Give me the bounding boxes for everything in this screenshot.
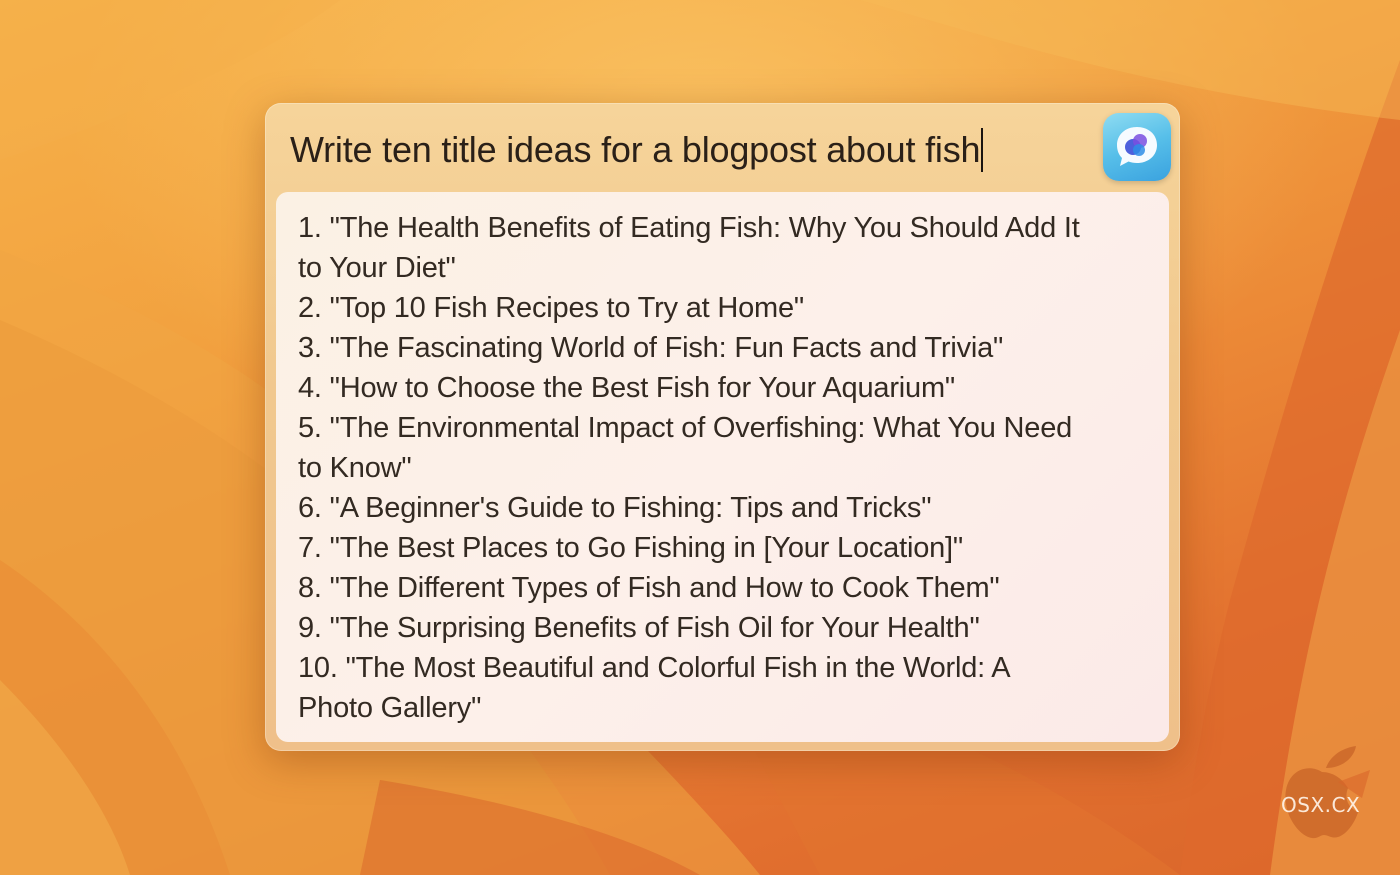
text-caret xyxy=(981,128,984,172)
watermark-text: OSX.CX xyxy=(1281,793,1361,817)
chat-bubble-icon xyxy=(1117,127,1157,166)
result-line: 10. "The Most Beautiful and Colorful Fis… xyxy=(298,652,1011,684)
result-line: to Your Diet" xyxy=(298,252,456,284)
result-line: 2. "Top 10 Fish Recipes to Try at Home" xyxy=(298,292,805,324)
result-line: 3. "The Fascinating World of Fish: Fun F… xyxy=(298,332,1004,364)
query-input[interactable]: Write ten title ideas for a blogpost abo… xyxy=(290,125,1100,175)
result-line: 5. "The Environmental Impact of Overfish… xyxy=(298,412,1073,444)
result-line: to Know" xyxy=(298,452,412,484)
result-line: 4. "How to Choose the Best Fish for Your… xyxy=(298,372,956,404)
result-line: 8. "The Different Types of Fish and How … xyxy=(298,572,1000,604)
result-line: 9. "The Surprising Benefits of Fish Oil … xyxy=(298,612,980,644)
chat-bubble-app-icon[interactable] xyxy=(1103,113,1171,181)
spotlight-panel: Write ten title ideas for a blogpost abo… xyxy=(265,103,1180,751)
query-text: Write ten title ideas for a blogpost abo… xyxy=(290,129,981,170)
result-line: 1. "The Health Benefits of Eating Fish: … xyxy=(298,212,1080,244)
result-line: Photo Gallery" xyxy=(298,692,482,724)
results-panel: 1. "The Health Benefits of Eating Fish: … xyxy=(276,192,1169,742)
result-line: 7. "The Best Places to Go Fishing in [Yo… xyxy=(298,532,964,564)
result-line: 6. "A Beginner's Guide to Fishing: Tips … xyxy=(298,492,932,524)
apple-logo-icon xyxy=(1285,746,1370,839)
